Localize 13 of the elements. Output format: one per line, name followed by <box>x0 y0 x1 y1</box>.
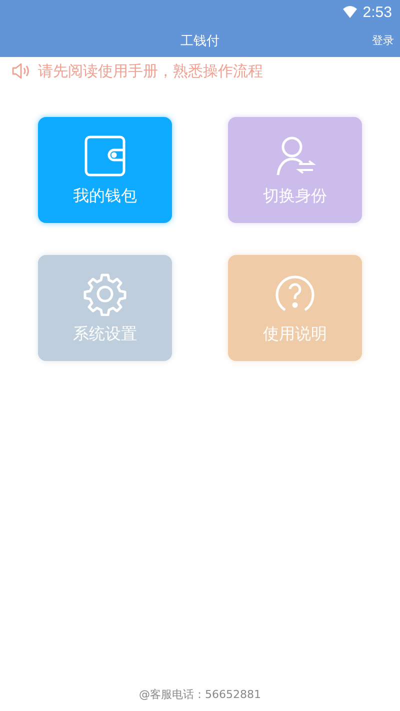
login-link[interactable]: 登录 <box>372 33 394 48</box>
menu-tile[interactable]: 切换身份 <box>228 117 362 223</box>
status-time: 2:53 <box>362 4 392 20</box>
wifi-icon <box>342 6 357 18</box>
menu-tile[interactable]: 系统设置 <box>38 255 172 361</box>
menu-tile[interactable]: 我的钱包 <box>38 117 172 223</box>
wallet-icon <box>83 134 127 178</box>
service-phone: @客服电话：56652881 <box>139 688 261 701</box>
speaker-icon <box>12 63 30 79</box>
app-title: 工钱付 <box>180 32 220 50</box>
gear-icon <box>83 272 127 316</box>
notice-text: 请先阅读使用手册，熟悉操作流程 <box>38 62 263 80</box>
menu-tile[interactable]: 使用说明 <box>228 255 362 361</box>
